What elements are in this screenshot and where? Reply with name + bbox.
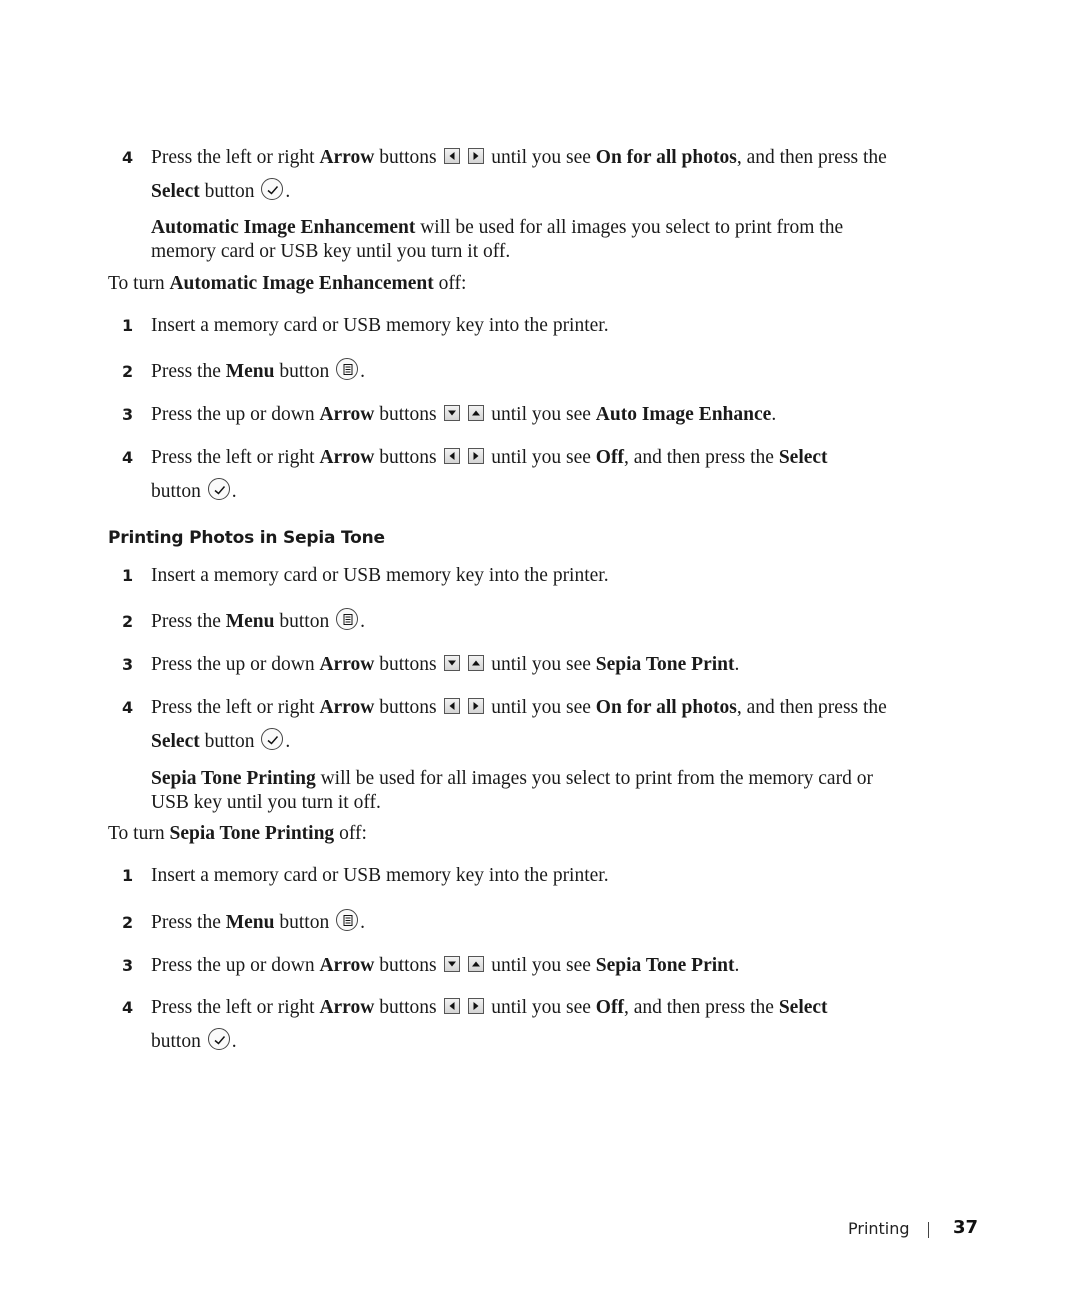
off-step-2: 2 Press the Menu button . <box>122 355 912 389</box>
off-step-4: 4 Press the left or right Arrow buttons … <box>122 441 912 509</box>
sepia-off-step-3: 3 Press the up or down Arrow buttons unt… <box>122 949 912 983</box>
step-text: Press the up or down Arrow buttons until… <box>151 654 740 675</box>
menu-button-icon <box>336 908 359 931</box>
step-text: Press the up or down Arrow buttons until… <box>151 404 777 425</box>
left-arrow-button-icon <box>443 147 460 164</box>
menu-button-icon <box>336 607 359 630</box>
sepia-step-1: 1 Insert a memory card or USB memory key… <box>122 559 912 593</box>
step-text: Insert a memory card or USB memory key i… <box>151 865 609 886</box>
step-number: 2 <box>122 362 134 381</box>
select-checkmark-icon <box>207 477 230 500</box>
step-text: Press the left or right Arrow buttons un… <box>151 147 887 202</box>
down-arrow-button-icon <box>443 654 460 671</box>
step-text: Press the Menu button . <box>151 906 912 940</box>
step-number: 1 <box>122 316 134 335</box>
step-text: Insert a memory card or USB memory key i… <box>151 565 609 586</box>
sepia-off-step-2: 2 Press the Menu button . <box>122 906 912 940</box>
page-number: 37 <box>953 1217 979 1238</box>
up-arrow-button-icon <box>468 955 485 972</box>
step-number: 4 <box>122 448 134 467</box>
step-number: 3 <box>122 405 134 424</box>
step-number: 4 <box>122 148 134 167</box>
sepia-off-step-1: 1 Insert a memory card or USB memory key… <box>122 859 912 893</box>
step-number: 3 <box>122 655 134 674</box>
step-number: 1 <box>122 566 134 585</box>
sepia-step-3: 3 Press the up or down Arrow buttons unt… <box>122 648 912 682</box>
turn-off-enhancement-lead: To turn Automatic Image Enhancement off: <box>108 273 467 294</box>
left-arrow-button-icon <box>443 697 460 714</box>
right-arrow-button-icon <box>468 997 485 1014</box>
up-arrow-button-icon <box>468 404 485 421</box>
off-step-1: 1 Insert a memory card or USB memory key… <box>122 309 912 343</box>
left-arrow-button-icon <box>443 447 460 464</box>
right-arrow-button-icon <box>468 447 485 464</box>
step-number: 4 <box>122 698 134 717</box>
sepia-step-2: 2 Press the Menu button . <box>122 605 912 639</box>
footer-divider <box>928 1222 929 1238</box>
footer-section-label: Printing <box>848 1219 910 1238</box>
menu-button-icon <box>336 357 359 380</box>
manual-page: 4 Press the left or right Arrow buttons … <box>0 0 1080 1296</box>
select-checkmark-icon <box>261 177 284 200</box>
step-number: 2 <box>122 913 134 932</box>
step-number: 3 <box>122 956 134 975</box>
down-arrow-button-icon <box>443 404 460 421</box>
section-heading: Printing Photos in Sepia Tone <box>108 528 385 548</box>
up-arrow-button-icon <box>468 654 485 671</box>
right-arrow-button-icon <box>468 147 485 164</box>
left-arrow-button-icon <box>443 997 460 1014</box>
select-checkmark-icon <box>261 727 284 750</box>
step-4-enable-enhancement: 4 Press the left or right Arrow buttons … <box>122 141 912 209</box>
down-arrow-button-icon <box>443 955 460 972</box>
step-text: Press the up or down Arrow buttons until… <box>151 955 740 976</box>
step-number: 2 <box>122 612 134 631</box>
turn-off-sepia-lead: To turn Sepia Tone Printing off: <box>108 823 367 844</box>
step-text: Press the Menu button . <box>151 355 912 389</box>
step-number: 4 <box>122 998 134 1017</box>
step-text: Press the left or right Arrow buttons un… <box>151 697 887 752</box>
step-text: Press the left or right Arrow buttons un… <box>151 997 828 1052</box>
off-step-3: 3 Press the up or down Arrow buttons unt… <box>122 398 912 432</box>
enhancement-note: Automatic Image Enhancement will be used… <box>151 217 844 262</box>
step-text: Press the Menu button . <box>151 605 912 639</box>
sepia-step-4: 4 Press the left or right Arrow buttons … <box>122 691 912 759</box>
sepia-off-step-4: 4 Press the left or right Arrow buttons … <box>122 991 912 1059</box>
step-number: 1 <box>122 866 134 885</box>
select-checkmark-icon <box>207 1027 230 1050</box>
sepia-note: Sepia Tone Printing will be used for all… <box>151 768 873 813</box>
step-text: Insert a memory card or USB memory key i… <box>151 315 609 336</box>
step-text: Press the left or right Arrow buttons un… <box>151 447 828 502</box>
right-arrow-button-icon <box>468 697 485 714</box>
